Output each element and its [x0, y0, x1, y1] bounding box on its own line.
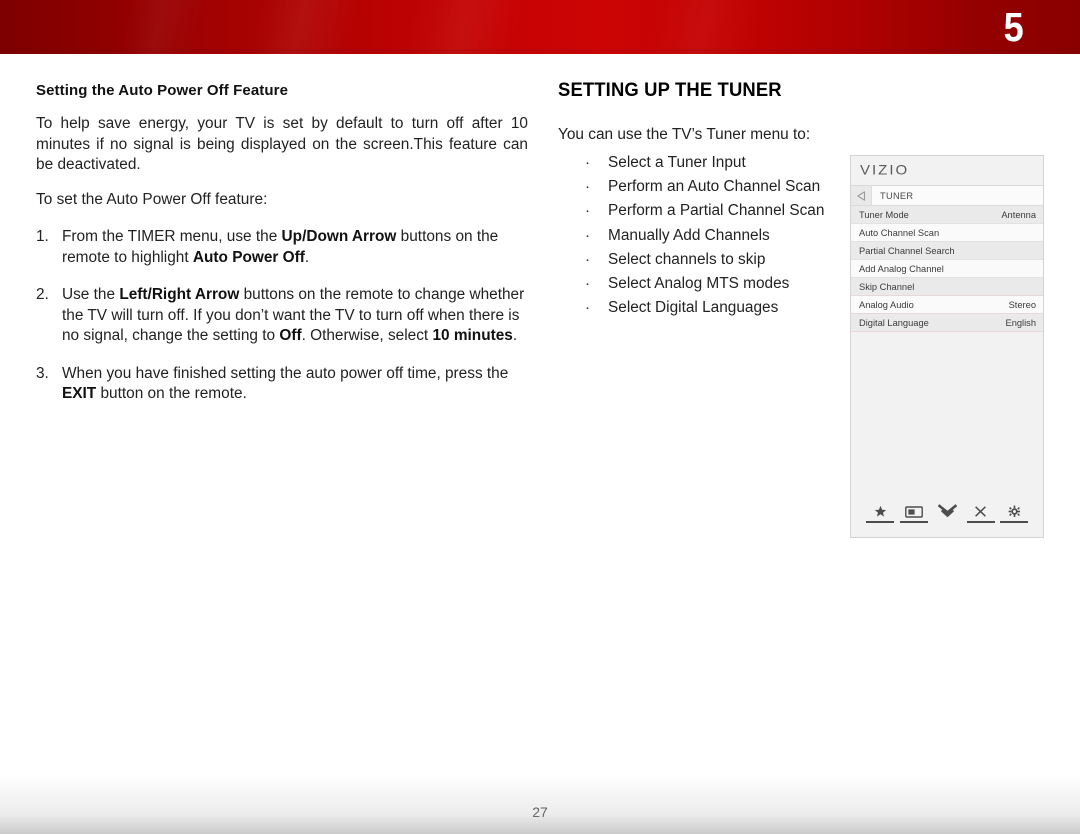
menu-title: TUNER — [872, 186, 1043, 205]
bullet-icon: · — [585, 178, 590, 196]
step-text-run: From the TIMER menu, use the — [62, 228, 282, 245]
icon-underline — [1000, 521, 1028, 523]
menu-icon-bar — [851, 493, 1043, 537]
step-text-run: button on the remote. — [96, 385, 247, 402]
double-chevron-down-glyph — [937, 504, 957, 519]
menu-empty-area — [851, 332, 1043, 493]
list-item: · Perform a Partial Channel Scan — [558, 199, 848, 223]
page-number: 27 — [532, 804, 548, 820]
step-list: 1. From the TIMER menu, use the Up/Down … — [36, 227, 528, 405]
back-triangle-icon[interactable] — [851, 186, 872, 205]
menu-row-skip-channel[interactable]: Skip Channel — [851, 278, 1043, 296]
menu-row-label: Partial Channel Search — [859, 245, 955, 256]
feature-label: Select a Tuner Input — [608, 154, 746, 171]
close-x-icon[interactable] — [966, 499, 996, 523]
step-text-run-bold: 10 minutes — [432, 327, 513, 344]
menu-row-label: Add Analog Channel — [859, 263, 944, 274]
icon-underline — [966, 521, 995, 523]
step-text-run-bold: Off — [279, 327, 302, 344]
double-chevron-down-icon[interactable] — [932, 499, 962, 523]
menu-row-label: Skip Channel — [859, 281, 915, 292]
menu-row-value: Stereo — [1008, 299, 1036, 310]
gear-icon[interactable] — [999, 499, 1029, 523]
section-heading: SETTING UP THE TUNER — [558, 80, 782, 101]
picture-mode-glyph — [904, 504, 923, 519]
menu-titlebar: TUNER — [851, 185, 1043, 206]
chapter-banner: 5 — [0, 0, 1080, 54]
step-text: Use the Left/Right Arrow buttons on the … — [62, 286, 524, 344]
menu-row-tuner-mode[interactable]: Tuner Mode Antenna — [851, 206, 1043, 224]
step-text: When you have finished setting the auto … — [62, 365, 508, 403]
step-text-run: Use the — [62, 286, 120, 303]
feature-label: Perform a Partial Channel Scan — [608, 202, 825, 220]
page-bottom-shade — [0, 744, 1080, 834]
step-text: From the TIMER menu, use the Up/Down Arr… — [62, 228, 498, 266]
feature-list: · Select a Tuner Input · Perform an Auto… — [558, 151, 848, 320]
step-number: 1. — [36, 228, 49, 245]
step-text-run-bold: Auto Power Off — [192, 248, 305, 266]
step-text-run-bold: Up/Down Arrow — [281, 228, 397, 245]
list-item: 3. When you have finished setting the au… — [36, 364, 528, 405]
bullet-icon: · — [585, 275, 590, 293]
tv-menu-panel: VIZIO TUNER Tuner Mode Antenna Auto Chan… — [850, 155, 1044, 538]
vizio-logo: VIZIO — [860, 162, 910, 179]
close-x-glyph — [974, 504, 987, 519]
list-item: 1. From the TIMER menu, use the Up/Down … — [36, 227, 528, 268]
feature-label: Select channels to skip — [608, 250, 766, 268]
paragraph-to-set: To set the Auto Power Off feature: — [36, 190, 268, 208]
bullet-icon: · — [585, 299, 590, 317]
step-text-run: . — [512, 327, 518, 344]
list-item: 2. Use the Left/Right Arrow buttons on t… — [36, 285, 528, 347]
list-item: · Perform an Auto Channel Scan — [558, 175, 848, 199]
intro-text: You can use the TV’s Tuner menu to: — [558, 126, 811, 143]
star-icon[interactable] — [865, 499, 895, 523]
menu-row-auto-channel-scan[interactable]: Auto Channel Scan — [851, 224, 1043, 242]
bullet-icon: · — [585, 154, 590, 171]
feature-label: Select Analog MTS modes — [608, 275, 790, 293]
list-item: · Select a Tuner Input — [558, 151, 848, 175]
gear-glyph — [1008, 504, 1021, 519]
step-text-run-bold: EXIT — [62, 385, 97, 402]
icon-underline — [933, 521, 961, 523]
step-text-run: When you have finished setting the auto … — [62, 364, 509, 382]
sub-heading: Setting the Auto Power Off Feature — [36, 82, 289, 99]
icon-underline — [899, 521, 928, 523]
step-number: 3. — [36, 364, 49, 382]
star-glyph — [874, 504, 887, 519]
icon-underline — [866, 521, 894, 523]
picture-mode-icon[interactable] — [899, 499, 929, 523]
menu-row-label: Auto Channel Scan — [859, 227, 940, 238]
paragraph-auto-power-off: To help save energy, your TV is set by d… — [36, 114, 528, 176]
menu-row-label: Digital Language — [859, 317, 929, 328]
step-text-run: . — [304, 248, 310, 266]
menu-row-analog-audio[interactable]: Analog Audio Stereo — [851, 296, 1043, 314]
menu-row-label: Tuner Mode — [859, 209, 909, 220]
right-text-column: SETTING UP THE TUNER You can use the TV’… — [558, 80, 848, 320]
bullet-icon: · — [585, 226, 590, 244]
step-number: 2. — [36, 286, 49, 303]
vizio-logo-bar: VIZIO — [851, 156, 1043, 185]
menu-row-label: Analog Audio — [859, 299, 914, 310]
menu-row-value: Antenna — [1001, 209, 1036, 220]
list-item: · Select Digital Languages — [558, 296, 848, 320]
feature-label: Select Digital Languages — [608, 299, 779, 317]
step-text-run-bold: Left/Right Arrow — [119, 286, 240, 303]
menu-row-digital-language[interactable]: Digital Language English — [851, 314, 1043, 332]
list-item: · Select channels to skip — [558, 248, 848, 272]
feature-label: Perform an Auto Channel Scan — [608, 178, 821, 196]
feature-label: Manually Add Channels — [608, 226, 770, 244]
bullet-icon: · — [585, 202, 590, 220]
chapter-number: 5 — [1003, 4, 1023, 50]
menu-row-add-analog-channel[interactable]: Add Analog Channel — [851, 260, 1043, 278]
list-item: · Select Analog MTS modes — [558, 272, 848, 296]
bullet-icon: · — [585, 250, 590, 268]
menu-row-partial-channel-search[interactable]: Partial Channel Search — [851, 242, 1043, 260]
list-item: · Manually Add Channels — [558, 224, 848, 248]
step-text-run: . Otherwise, select — [301, 327, 433, 344]
menu-row-value: English — [1005, 317, 1037, 328]
left-text-column: Setting the Auto Power Off Feature To he… — [36, 82, 528, 422]
